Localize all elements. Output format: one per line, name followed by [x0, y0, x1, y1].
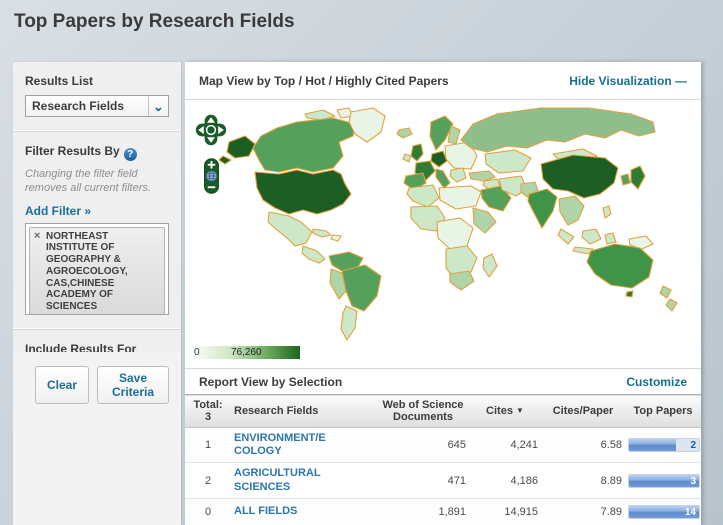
bar-fill	[629, 474, 699, 487]
col-cites-per-paper: Cites/Paper	[552, 405, 614, 417]
col-cites-sortable[interactable]: Cites ▼	[469, 395, 541, 428]
cites-cell: 4,241	[469, 427, 541, 464]
legend-max: 76,260	[231, 347, 262, 358]
cites-label: Cites	[486, 405, 513, 417]
top-papers-bar: 3	[628, 473, 700, 488]
zoom-world-button[interactable]	[206, 170, 217, 182]
cites-cell: 14,915	[469, 498, 541, 525]
page-title: Top Papers by Research Fields	[14, 11, 295, 32]
top-papers-bar: 2	[628, 438, 700, 453]
col-research-fields: Research Fields	[234, 405, 319, 417]
cites-per-paper-cell: 6.58	[541, 427, 625, 464]
report-header: Report View by Selection Customize	[185, 368, 701, 394]
results-list-section: Results List Research Fields ⌄	[13, 62, 181, 132]
filter-chip-text: NORTHEAST INSTITUTE OF GEOGRAPHY & AGROE…	[46, 230, 128, 313]
table-row: 0 ALL FIELDS 1,891 14,915 7.89 14	[185, 498, 701, 525]
filter-results-label-text: Filter Results By	[25, 144, 120, 158]
clear-button[interactable]: Clear	[35, 366, 90, 404]
customize-link[interactable]: Customize	[626, 375, 687, 389]
table-header-row: Total: 3 Research Fields Web of Science …	[185, 394, 701, 428]
filter-chip[interactable]: × NORTHEAST INSTITUTE OF GEOGRAPHY & AGR…	[29, 226, 165, 314]
zoom-control[interactable]	[204, 158, 219, 194]
sort-descending-icon: ▼	[516, 406, 524, 415]
top-papers-bar: 14	[628, 504, 700, 519]
table-row: 2 AGRICULTURAL SCIENCES 471 4,186 8.89 3	[185, 462, 701, 499]
col-top-papers: Top Papers	[633, 405, 693, 417]
cites-cell: 4,186	[469, 462, 541, 499]
sidebar-actions: Clear Save Criteria	[13, 352, 181, 525]
pan-control[interactable]	[195, 114, 227, 146]
documents-cell: 1,891	[377, 498, 469, 525]
field-link[interactable]: AGRICULTURAL SCIENCES	[234, 467, 328, 493]
bar-value: 2	[690, 440, 696, 452]
sidebar: Results List Research Fields ⌄ Filter Re…	[13, 62, 181, 525]
total-label: Total:	[193, 399, 223, 411]
chevron-down-icon: ⌄	[148, 96, 168, 116]
documents-cell: 645	[377, 427, 469, 464]
legend-min: 0	[194, 347, 200, 358]
bar-value: 3	[690, 475, 696, 487]
add-filter-link[interactable]: Add Filter »	[25, 204, 91, 218]
map-title: Map View by Top / Hot / Highly Cited Pap…	[199, 73, 449, 88]
total-value: 3	[204, 411, 212, 423]
field-link[interactable]: ENVIRONMENT/ECOLOGY	[234, 432, 328, 458]
map-header: Map View by Top / Hot / Highly Cited Pap…	[185, 62, 701, 100]
results-list-value: Research Fields	[32, 99, 125, 113]
rank-cell: 1	[185, 427, 231, 464]
field-link[interactable]: ALL FIELDS	[234, 505, 328, 518]
bar-value: 14	[684, 506, 696, 518]
rank-cell: 2	[185, 462, 231, 499]
hide-visualization-link[interactable]: Hide Visualization —	[569, 74, 687, 88]
documents-cell: 471	[377, 462, 469, 499]
bar-fill	[629, 439, 676, 452]
filter-listbox[interactable]: × NORTHEAST INSTITUTE OF GEOGRAPHY & AGR…	[25, 222, 169, 315]
rank-cell: 0	[185, 498, 231, 525]
map-area: 0 76,260	[185, 100, 701, 368]
filter-results-label: Filter Results By?	[25, 144, 169, 161]
results-list-label: Results List	[25, 74, 94, 88]
report-table: Total: 3 Research Fields Web of Science …	[185, 394, 701, 525]
main-panel: Map View by Top / Hot / Highly Cited Pap…	[185, 62, 701, 525]
col-total: Total: 3	[185, 395, 231, 428]
collapse-dash-icon: —	[675, 73, 687, 88]
cites-per-paper-cell: 7.89	[541, 498, 625, 525]
hide-visualization-label: Hide Visualization	[569, 73, 672, 88]
save-criteria-button[interactable]: Save Criteria	[97, 366, 169, 404]
world-map[interactable]	[185, 102, 701, 347]
table-row: 1 ENVIRONMENT/ECOLOGY 645 4,241 6.58 2	[185, 427, 701, 464]
filter-section: Filter Results By? Changing the filter f…	[13, 132, 181, 330]
remove-filter-icon[interactable]: ×	[34, 230, 40, 243]
filter-note: Changing the filter field removes all cu…	[25, 168, 151, 194]
help-icon[interactable]: ?	[123, 148, 137, 161]
map-legend: 0 76,260	[193, 346, 300, 359]
cites-per-paper-cell: 8.89	[541, 462, 625, 499]
results-list-select[interactable]: Research Fields ⌄	[25, 95, 169, 117]
col-wos-documents: Web of Science Documents	[382, 399, 464, 423]
report-title: Report View by Selection	[199, 374, 343, 389]
